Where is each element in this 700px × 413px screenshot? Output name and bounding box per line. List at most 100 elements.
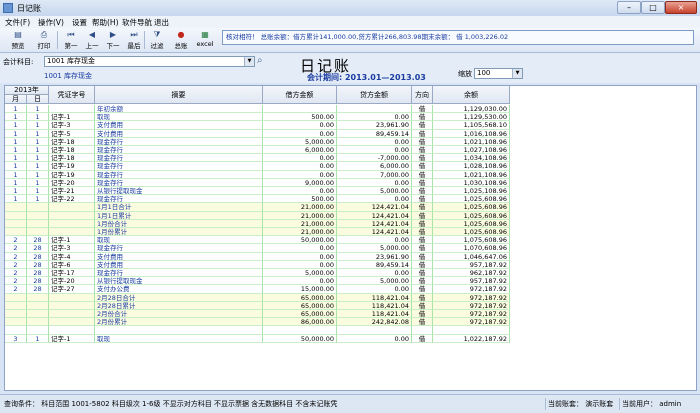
scale-select[interactable]: 100 ▼: [474, 68, 523, 79]
debit-cell: 0.00: [263, 121, 337, 130]
credit-cell: 118,421.04: [337, 301, 412, 310]
menu-file[interactable]: 文件(F): [5, 17, 30, 28]
debit-cell: 500.00: [263, 195, 337, 204]
table-row[interactable]: 2 28 记字-4 支付费用 0.00 23,961.90 借 1,046,647.06: [5, 252, 510, 261]
month-cell: 2: [5, 236, 27, 245]
table-row[interactable]: 1 1 记字-19 现金存行 0.00 7,000.00 借 1,021,108.96: [5, 170, 510, 179]
credit-cell: [337, 326, 412, 335]
reconcile-info: 核对相符！ 总账余额：借方累计141,000.00,贷方累计266,803.98…: [222, 30, 694, 45]
minimize-button[interactable]: –: [617, 1, 641, 14]
table-row[interactable]: [5, 326, 510, 335]
summary-cell: 取现: [95, 334, 263, 343]
table-row[interactable]: 1月份累计 21,000.00 124,421.04 借 1,025,608.96: [5, 228, 510, 237]
debit-cell: 21,000.00: [263, 203, 337, 212]
voucher-cell: [49, 326, 95, 335]
balance-cell: 1,025,608.96: [433, 195, 510, 204]
table-row[interactable]: 1月1日合计 21,000.00 124,421.04 借 1,025,608.96: [5, 203, 510, 212]
debit-cell: 21,000.00: [263, 228, 337, 237]
table-row[interactable]: 2月28日累计 65,000.00 118,421.04 借 972,187.92: [5, 301, 510, 310]
last-record-button[interactable]: ⏭ 最后: [122, 30, 146, 51]
maximize-button[interactable]: □: [641, 1, 665, 14]
table-row[interactable]: 1 1 记字-18 现金存行 5,000.00 0.00 借 1,021,108.96: [5, 137, 510, 146]
balance-cell: 1,021,108.96: [433, 170, 510, 179]
table-row[interactable]: 1 1 记字-1 取现 500.00 0.00 借 1,129,530.00: [5, 113, 510, 122]
voucher-cell: 记字-1: [49, 113, 95, 122]
direction-cell: 借: [412, 203, 433, 212]
month-cell: 2: [5, 269, 27, 278]
balance-cell: 1,016,108.96: [433, 129, 510, 138]
filter-button[interactable]: ⧩ 过滤: [145, 30, 169, 51]
table-row[interactable]: 1 1 年初余额 借 1,129,030.00: [5, 105, 510, 114]
account-select[interactable]: 1001 库存现金 ▼: [44, 56, 255, 67]
preview-button[interactable]: ▤ 预览: [6, 30, 30, 51]
menu-exit[interactable]: 退出: [154, 17, 169, 28]
credit-cell: 0.00: [337, 195, 412, 204]
table-row[interactable]: 2 28 记字-17 现金存行 5,000.00 0.00 借 962,187.92: [5, 269, 510, 278]
table-row[interactable]: 1月份合计 21,000.00 124,421.04 借 1,025,608.96: [5, 219, 510, 228]
status-bar: 查询条件： 科目范围 1001-5802 科目级次 1-6级 不显示对方科目 不…: [0, 394, 700, 413]
table-row[interactable]: 1 1 记字-5 支付费用 0.00 89,459.14 借 1,016,108.96: [5, 129, 510, 138]
debit-header: 借方金额: [263, 86, 337, 104]
debit-cell: 0.00: [263, 170, 337, 179]
month-header: 月: [5, 95, 27, 104]
day-cell: 1: [27, 178, 49, 187]
day-cell: [27, 203, 49, 212]
table-row[interactable]: 2 28 记字-27 支付办公费 15,000.00 0.00 借 972,187.92: [5, 285, 510, 294]
account-label: 会计科目:: [3, 58, 34, 66]
table-row[interactable]: 1 1 记字-19 现金存行 0.00 6,000.00 借 1,028,108.96: [5, 162, 510, 171]
table-row[interactable]: 2 28 记字-3 现金存行 0.00 5,000.00 借 1,070,608.96: [5, 244, 510, 253]
ledger-button[interactable]: ● 总账: [169, 30, 193, 51]
toolbar-separator: [57, 31, 58, 49]
table-row[interactable]: 3 1 记字-1 取现 50,000.00 0.00 借 1,022,187.92: [5, 334, 510, 343]
menu-settings[interactable]: 设置: [72, 17, 87, 28]
voucher-cell: [49, 211, 95, 220]
table-row[interactable]: 1 1 记字-18 现金存行 0.00 -7,000.00 借 1,034,108.96: [5, 154, 510, 163]
summary-cell: 现金存行: [95, 137, 263, 146]
print-button[interactable]: ⎙ 打印: [32, 30, 56, 51]
table-row[interactable]: 2 28 记字-6 支付费用 0.00 89,459.14 借 957,187.92: [5, 260, 510, 269]
voucher-cell: 记字-18: [49, 154, 95, 163]
table-row[interactable]: 2 28 记字-1 取现 50,000.00 0.00 借 1,075,608.96: [5, 236, 510, 245]
day-cell: 28: [27, 236, 49, 245]
direction-cell: 借: [412, 269, 433, 278]
table-row[interactable]: 2月28日合计 65,000.00 118,421.04 借 972,187.92: [5, 293, 510, 302]
summary-cell: 现金存行: [95, 154, 263, 163]
table-row[interactable]: 2月份合计 65,000.00 118,421.04 借 972,187.92: [5, 310, 510, 319]
table-row[interactable]: 1月1日累计 21,000.00 124,421.04 借 1,025,608.96: [5, 211, 510, 220]
balance-cell: [433, 326, 510, 335]
debit-cell: 0.00: [263, 154, 337, 163]
search-icon[interactable]: ⌕: [257, 55, 269, 67]
table-row[interactable]: 1 1 记字-20 现金存行 9,000.00 0.00 借 1,030,108.96: [5, 178, 510, 187]
debit-cell: 21,000.00: [263, 219, 337, 228]
menu-navigation[interactable]: 软件导航: [122, 17, 152, 28]
table-row[interactable]: 1 1 记字-21 从银行提取现金 0.00 5,000.00 借 1,025,108.96: [5, 187, 510, 196]
menu-operate[interactable]: 操作(V): [38, 17, 64, 28]
balance-cell: 1,025,108.96: [433, 187, 510, 196]
table-row[interactable]: 1 1 记字-22 现金存行 500.00 0.00 借 1,025,608.96: [5, 195, 510, 204]
table-row[interactable]: 1 1 记字-18 现金存行 6,000.00 0.00 借 1,027,108.96: [5, 146, 510, 155]
chevron-down-icon: ▼: [512, 69, 522, 78]
debit-cell: 0.00: [263, 162, 337, 171]
balance-cell: 957,187.92: [433, 260, 510, 269]
menu-help[interactable]: 帮助(H): [92, 17, 119, 28]
summary-cell: 1月份累计: [95, 228, 263, 237]
month-cell: [5, 301, 27, 310]
table-row[interactable]: 2 28 记字-20 从银行提取现金 0.00 5,000.00 借 957,187.92: [5, 277, 510, 286]
table-row[interactable]: 2月份累计 86,000.00 242,842.08 借 972,187.92: [5, 318, 510, 327]
debit-cell: 15,000.00: [263, 285, 337, 294]
excel-button[interactable]: ▦ excel: [193, 30, 217, 51]
month-cell: 1: [5, 137, 27, 146]
window-title: 日记账: [17, 4, 41, 13]
summary-cell: 支付费用: [95, 252, 263, 261]
voucher-cell: 记字-5: [49, 129, 95, 138]
day-cell: 28: [27, 252, 49, 261]
voucher-cell: 记字-20: [49, 178, 95, 187]
filter-area: 会计科目: 1001 库存现金 ▼ ⌕ 1001 库存现金 日记账 会计期间: …: [0, 53, 700, 83]
day-cell: 28: [27, 260, 49, 269]
balance-cell: 1,025,608.96: [433, 219, 510, 228]
table-row[interactable]: 1 1 记字-3 支付费用 0.00 23,961.90 借 1,105,568.10: [5, 121, 510, 130]
debit-cell: [263, 326, 337, 335]
balance-header: 余额: [433, 86, 510, 104]
credit-cell: 89,459.14: [337, 260, 412, 269]
close-button[interactable]: ×: [665, 1, 697, 14]
